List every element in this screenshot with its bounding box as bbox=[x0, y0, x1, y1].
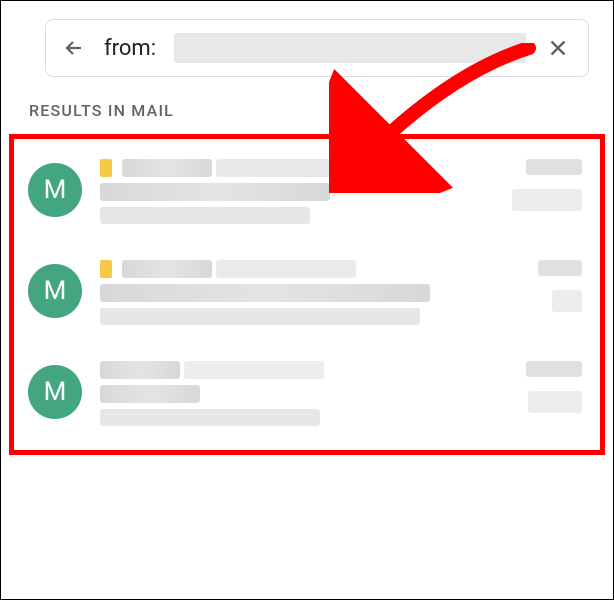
date-redacted bbox=[526, 159, 582, 175]
subject-redacted bbox=[100, 284, 430, 302]
mail-meta bbox=[512, 159, 582, 211]
subject-redacted bbox=[100, 385, 200, 403]
star-label-redacted[interactable] bbox=[552, 290, 582, 312]
search-bar[interactable]: from: bbox=[45, 19, 589, 77]
mail-content bbox=[100, 260, 494, 325]
avatar: M bbox=[28, 264, 82, 318]
mail-item[interactable]: M bbox=[14, 248, 600, 349]
snippet-redacted bbox=[100, 308, 420, 325]
clear-search-icon[interactable] bbox=[544, 34, 572, 62]
sender-redacted bbox=[184, 361, 324, 379]
sender-redacted bbox=[216, 159, 416, 177]
star-label-redacted[interactable] bbox=[528, 391, 582, 413]
importance-marker-icon bbox=[100, 260, 112, 278]
date-redacted bbox=[526, 361, 582, 377]
mail-meta bbox=[512, 361, 582, 413]
results-section-header: RESULTS IN MAIL bbox=[1, 77, 613, 134]
search-query-value-redacted bbox=[174, 33, 526, 63]
snippet-redacted bbox=[100, 207, 310, 224]
back-arrow-icon[interactable] bbox=[62, 36, 86, 60]
mail-content bbox=[100, 361, 494, 426]
mail-meta bbox=[512, 260, 582, 312]
sender-redacted bbox=[100, 361, 180, 379]
mail-item[interactable]: M bbox=[14, 349, 600, 440]
avatar: M bbox=[28, 163, 82, 217]
snippet-redacted bbox=[100, 409, 320, 426]
mail-item[interactable]: M bbox=[14, 155, 600, 248]
subject-redacted bbox=[100, 183, 330, 201]
sender-redacted bbox=[122, 159, 212, 177]
results-highlight-box: M M bbox=[9, 134, 605, 455]
search-query-prefix: from: bbox=[104, 36, 156, 61]
star-label-redacted[interactable] bbox=[512, 189, 582, 211]
sender-redacted bbox=[122, 260, 212, 278]
sender-redacted bbox=[216, 260, 356, 278]
avatar: M bbox=[28, 365, 82, 419]
date-redacted bbox=[538, 260, 582, 276]
mail-content bbox=[100, 159, 494, 224]
importance-marker-icon bbox=[100, 159, 112, 177]
